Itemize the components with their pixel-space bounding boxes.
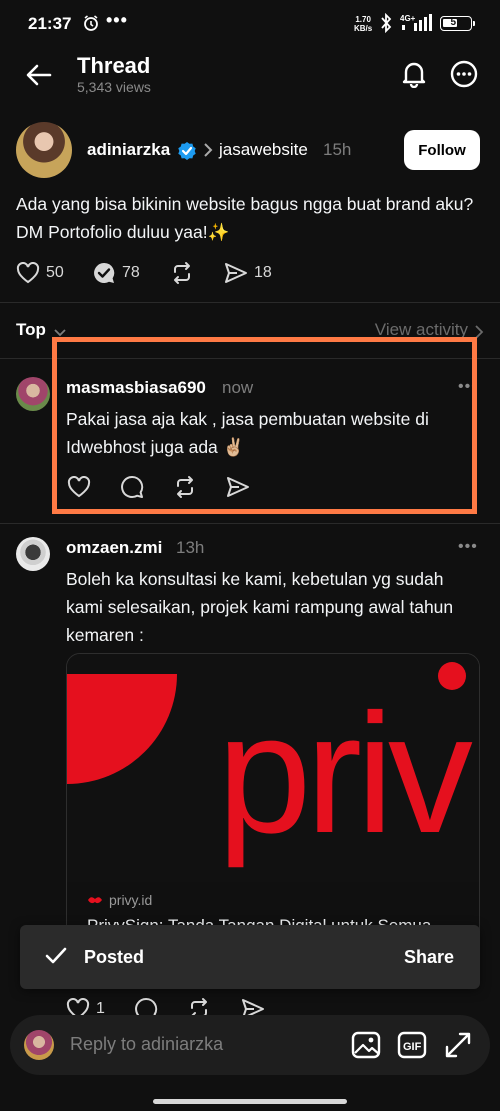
more-options-button[interactable] [446,56,482,92]
post-text: Ada yang bisa bikinin website bagus ngga… [16,194,474,242]
send-icon [225,263,247,283]
follow-button[interactable]: Follow [404,130,480,170]
view-count: 5,343 views [77,79,151,95]
thread-header: Thread 5,343 views [0,48,500,108]
battery-icon: 57 [440,16,472,31]
bell-icon [402,62,426,88]
divider [0,302,500,303]
image-attach-button[interactable] [350,1029,382,1061]
bluetooth-icon [379,12,393,38]
alarm-icon [82,14,100,37]
avatar[interactable] [16,122,72,178]
link-preview-image: priv [67,654,479,882]
image-icon [351,1031,381,1059]
divider [0,523,500,524]
share-button[interactable]: 18 [224,258,272,288]
reply-count: 78 [122,264,140,281]
status-bar: 21:37 ••• 1.70 KB/s 4G+ 57 [0,0,500,48]
notification-dots-icon: ••• [106,10,128,30]
reply-more-icon[interactable]: ••• [458,538,478,556]
heart-icon [16,262,40,284]
checkmark-icon [44,945,68,972]
repost-icon [174,262,190,284]
notifications-button[interactable] [396,56,432,92]
reply-button[interactable]: 78 [92,258,140,288]
reply-composer[interactable]: Reply to adiniarzka GIF [10,1015,490,1075]
posted-toast: Posted Share [20,925,480,989]
link-domain: privy.id [87,892,152,908]
avatar[interactable] [16,537,50,571]
expand-button[interactable] [442,1029,474,1061]
gif-icon: GIF [397,1031,427,1059]
post-timestamp: 15h [323,140,352,159]
reply-text: Boleh ka konsultasi ke kami, kebetulan y… [66,569,454,645]
reply-input[interactable]: Reply to adiniarzka [70,1034,223,1055]
repost-button[interactable] [170,258,194,288]
battery-level: 57 [450,17,462,28]
reply-to-username[interactable]: jasawebsite [219,140,308,160]
back-button[interactable] [22,58,56,92]
like-count: 50 [46,264,64,281]
share-count: 18 [254,264,272,281]
battery-tip [473,21,475,26]
back-arrow-icon [26,64,52,86]
reply-bubble-icon [94,262,115,283]
privy-logo-text: priv [217,679,473,869]
status-time: 21:37 [28,14,72,33]
home-indicator[interactable] [153,1099,347,1104]
gif-button[interactable]: GIF [396,1029,428,1061]
avatar [24,1030,54,1060]
like-button[interactable]: 50 [16,258,64,288]
expand-icon [445,1032,471,1058]
network-speed: 1.70 KB/s [354,15,373,33]
toast-message: Posted [84,947,145,967]
avatar[interactable] [16,377,50,411]
chevron-right-icon [203,142,213,163]
signal-icon: 4G+ [400,13,436,38]
highlight-annotation [52,337,477,514]
reply-username[interactable]: omzaen.zmi [66,538,162,558]
verified-badge-icon [177,141,197,166]
page-title: Thread [77,53,151,78]
toast-share-button[interactable]: Share [404,947,454,968]
svg-text:4G+: 4G+ [400,14,416,23]
privy-favicon-icon [88,897,102,904]
link-preview-card[interactable]: priv privy.id PrivySign: Tanda Tangan Di… [66,653,480,953]
sort-dropdown[interactable]: Top [16,320,46,340]
svg-text:GIF: GIF [403,1041,422,1053]
reply-timestamp: 13h [176,538,205,557]
post-username[interactable]: adiniarzka [87,140,170,160]
more-circle-icon [450,60,478,88]
